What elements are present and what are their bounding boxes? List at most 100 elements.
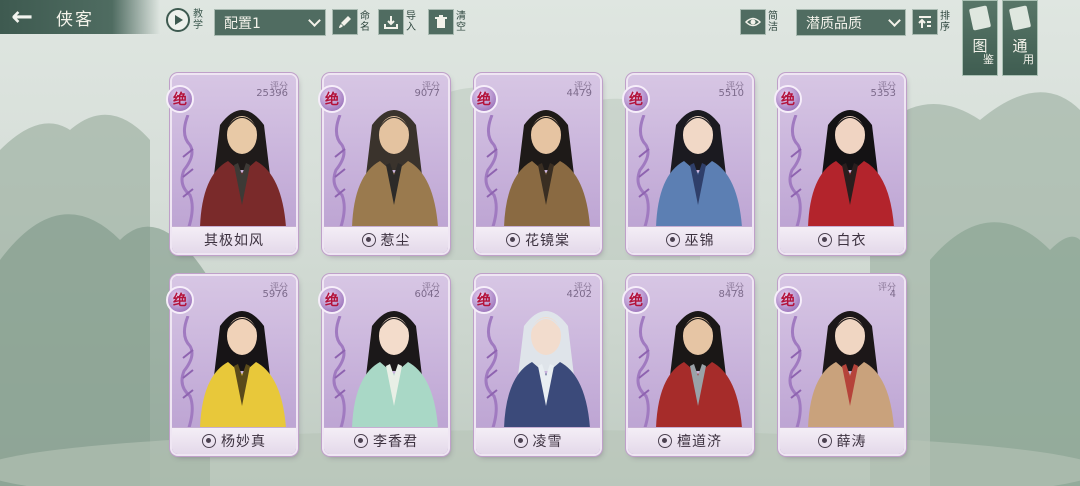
sort-button[interactable]: 排序 xyxy=(912,7,951,36)
top-bar: ← 侠客 教学 配置1 命名 导入 清空 简洁 潜质品质 排序 图 鉴 通 用 xyxy=(0,0,1080,76)
rename-button[interactable]: 命名 xyxy=(332,7,371,36)
codex-tab[interactable]: 图 鉴 xyxy=(962,0,998,76)
name-plate: 花镜棠 xyxy=(476,226,600,253)
name-plate: 杨妙真 xyxy=(172,427,296,454)
eye-icon xyxy=(740,8,766,35)
score-value: 25396 xyxy=(256,88,288,99)
hero-card[interactable]: 评分 5976 杨妙真 绝 xyxy=(166,276,296,454)
import-icon xyxy=(378,8,404,35)
score-value: 4479 xyxy=(566,88,592,99)
rank-badge: 绝 xyxy=(166,85,194,113)
sect-emblem-icon xyxy=(665,233,680,247)
preset-dropdown[interactable]: 配置1 xyxy=(214,9,326,36)
score-value: 8478 xyxy=(718,289,744,300)
tutorial-button[interactable]: 教学 xyxy=(166,5,208,35)
back-button[interactable]: ← 侠客 xyxy=(0,0,160,34)
rank-badge: 绝 xyxy=(166,286,194,314)
sect-emblem-icon xyxy=(202,434,216,448)
trash-icon xyxy=(428,8,454,35)
page-title: 侠客 xyxy=(56,9,94,30)
hero-name: 其极如风 xyxy=(204,233,264,249)
hero-card[interactable]: 评分 4202 凌雪 绝 xyxy=(470,276,600,454)
score-value: 4202 xyxy=(566,289,592,300)
book-icon xyxy=(968,5,992,31)
brush-icon xyxy=(332,8,358,35)
hero-portrait xyxy=(504,311,590,428)
codex-sub-label: 鉴 xyxy=(983,53,994,66)
hero-name: 花镜棠 xyxy=(525,233,570,249)
sect-emblem-icon xyxy=(506,233,520,247)
name-plate: 凌雪 xyxy=(476,427,600,454)
general-tab[interactable]: 通 用 xyxy=(1002,0,1038,76)
clear-label: 清空 xyxy=(456,10,466,33)
hero-card[interactable]: 评分 6042 李香君 绝 xyxy=(318,276,448,454)
score-value: 5510 xyxy=(718,88,744,99)
score-value: 4 xyxy=(889,289,896,300)
simplify-label: 简洁 xyxy=(768,10,778,33)
sort-dropdown[interactable]: 潜质品质 xyxy=(796,9,906,36)
hero-portrait xyxy=(352,110,438,227)
hero-portrait xyxy=(504,110,590,227)
hero-name: 白衣 xyxy=(836,233,867,249)
hero-portrait xyxy=(200,110,286,227)
hero-portrait xyxy=(656,110,742,227)
chevron-down-icon xyxy=(308,14,321,27)
name-plate: 其极如风 xyxy=(172,226,296,253)
hero-card[interactable]: 评分 5510 巫锦 绝 xyxy=(622,75,752,253)
name-plate: 巫锦 xyxy=(628,226,752,253)
hero-portrait xyxy=(808,110,894,227)
rank-badge: 绝 xyxy=(622,286,650,314)
import-button[interactable]: 导入 xyxy=(378,7,417,36)
simplify-toggle[interactable]: 简洁 xyxy=(740,7,779,36)
score-value: 9077 xyxy=(414,88,440,99)
play-icon xyxy=(166,8,190,32)
sort-icon xyxy=(912,8,938,35)
score-value: 6042 xyxy=(414,289,440,300)
hero-name: 檀道济 xyxy=(677,434,722,450)
rank-badge: 绝 xyxy=(470,85,498,113)
rank-badge: 绝 xyxy=(774,85,802,113)
hero-card[interactable]: 评分 9077 惹尘 绝 xyxy=(318,75,448,253)
chevron-down-icon xyxy=(888,14,901,27)
sort-label: 排序 xyxy=(940,10,950,33)
rename-label: 命名 xyxy=(360,10,370,33)
general-sub-label: 用 xyxy=(1023,53,1034,66)
sect-emblem-icon xyxy=(817,434,832,448)
rank-badge: 绝 xyxy=(318,286,346,314)
scroll-icon xyxy=(1008,5,1032,31)
name-plate: 薛涛 xyxy=(780,427,904,454)
name-plate: 李香君 xyxy=(324,427,448,454)
preset-value: 配置1 xyxy=(224,15,261,32)
sect-emblem-icon xyxy=(354,434,368,448)
hero-name: 凌雪 xyxy=(532,434,563,450)
import-label: 导入 xyxy=(406,10,416,33)
clear-button[interactable]: 清空 xyxy=(428,7,467,36)
hero-portrait xyxy=(200,311,286,428)
hero-portrait xyxy=(808,311,894,428)
sect-emblem-icon xyxy=(513,434,528,448)
hero-name: 巫锦 xyxy=(684,233,715,249)
hero-card[interactable]: 评分 4 薛涛 绝 xyxy=(774,276,904,454)
hero-card[interactable]: 评分 8478 檀道济 绝 xyxy=(622,276,752,454)
sect-emblem-icon xyxy=(817,233,832,247)
name-plate: 惹尘 xyxy=(324,226,448,253)
hero-name: 惹尘 xyxy=(380,233,411,249)
rank-badge: 绝 xyxy=(470,286,498,314)
sort-value: 潜质品质 xyxy=(806,15,862,32)
score-value: 5976 xyxy=(262,289,288,300)
hero-name: 杨妙真 xyxy=(221,434,266,450)
hero-card[interactable]: 评分 5353 白衣 绝 xyxy=(774,75,904,253)
hero-portrait xyxy=(656,311,742,428)
hero-card[interactable]: 评分 4479 花镜棠 绝 xyxy=(470,75,600,253)
score-value: 5353 xyxy=(870,88,896,99)
name-plate: 檀道济 xyxy=(628,427,752,454)
hero-name: 薛涛 xyxy=(836,434,867,450)
name-plate: 白衣 xyxy=(780,226,904,253)
rank-badge: 绝 xyxy=(622,85,650,113)
back-arrow-icon: ← xyxy=(11,2,33,32)
rank-badge: 绝 xyxy=(774,286,802,314)
hero-portrait xyxy=(352,311,438,428)
hero-card[interactable]: 评分 25396 其极如风 绝 xyxy=(166,75,296,253)
sect-emblem-icon xyxy=(361,233,376,247)
tutorial-label: 教学 xyxy=(193,9,203,31)
